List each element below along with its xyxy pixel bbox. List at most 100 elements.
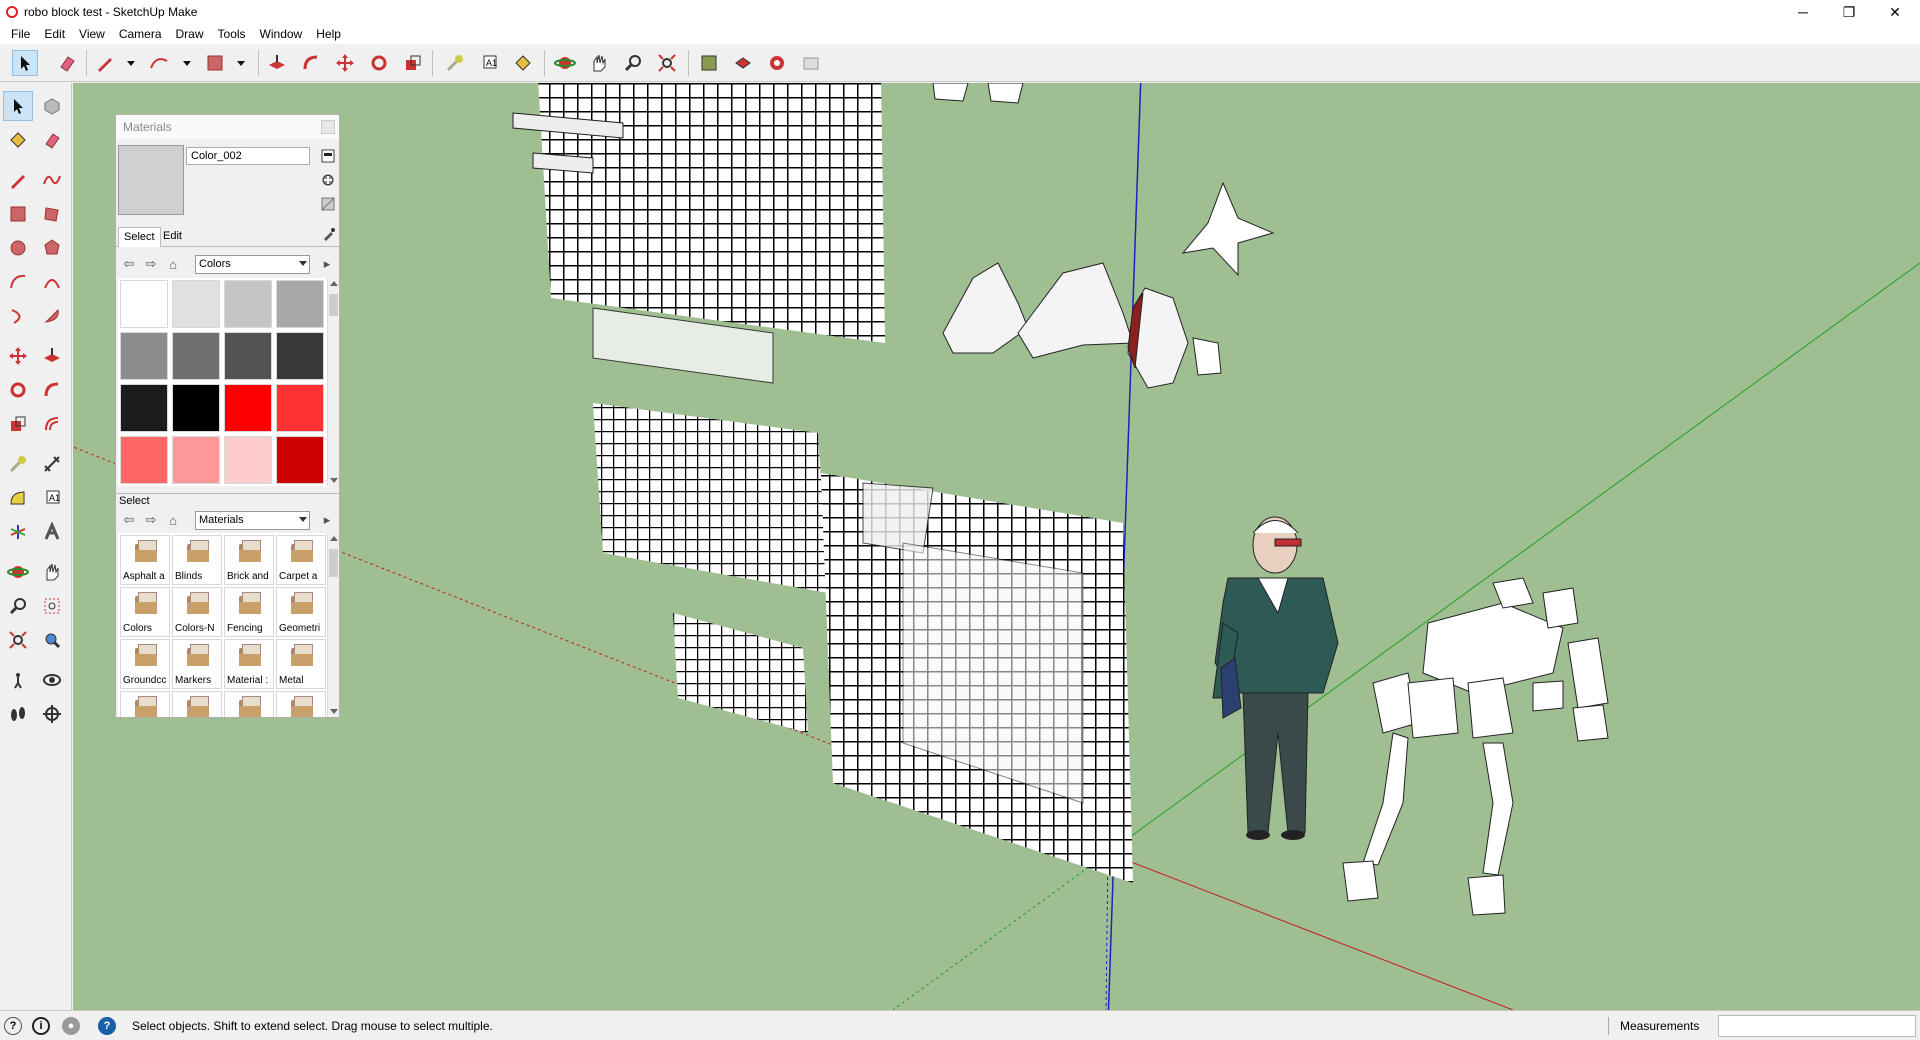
scroll-up-icon[interactable] <box>330 536 338 541</box>
sample-paint-icon[interactable] <box>320 225 338 243</box>
color-swatch[interactable] <box>172 332 220 380</box>
zoom-tool-icon[interactable] <box>620 50 646 76</box>
material-library-item[interactable] <box>172 691 222 717</box>
person-figure[interactable] <box>1212 516 1339 840</box>
freehand-tool-icon[interactable] <box>37 165 67 195</box>
two-point-arc-icon[interactable] <box>37 267 67 297</box>
zoom-window-icon[interactable] <box>37 591 67 621</box>
model-viewport[interactable] <box>73 83 1920 1010</box>
rectangle-tool-icon[interactable] <box>3 199 33 229</box>
material-library-item[interactable]: Material : <box>224 639 274 689</box>
maximize-button[interactable]: ❐ <box>1826 0 1872 24</box>
details-arrow-icon[interactable]: ▸ <box>318 255 336 273</box>
menu-window[interactable]: Window <box>253 27 310 41</box>
arc-tool-icon[interactable] <box>146 50 172 76</box>
tape-measure-tool-icon[interactable] <box>442 50 468 76</box>
color-swatch[interactable] <box>276 384 324 432</box>
material-library-item[interactable]: Geometri <box>276 587 326 637</box>
polygon-tool-icon[interactable] <box>37 233 67 263</box>
geo-location-icon[interactable]: ? <box>4 1017 22 1035</box>
display-secondary-pane-icon[interactable] <box>319 147 337 165</box>
layout-send-icon[interactable] <box>798 50 824 76</box>
library-scrollbar[interactable] <box>327 533 339 717</box>
offset-tool-icon[interactable] <box>37 409 67 439</box>
create-material-icon[interactable] <box>319 171 337 189</box>
color-swatch[interactable] <box>224 280 272 328</box>
library-dropdown[interactable]: Materials <box>195 511 310 530</box>
menu-help[interactable]: Help <box>309 27 348 41</box>
menu-edit[interactable]: Edit <box>37 27 72 41</box>
color-swatch[interactable] <box>120 332 168 380</box>
material-library-item[interactable]: Brick and <box>224 535 274 585</box>
material-library-item[interactable]: Fencing <box>224 587 274 637</box>
block-grid-middle[interactable] <box>592 307 828 593</box>
dimension-tool-icon[interactable] <box>37 449 67 479</box>
material-library-item[interactable]: Colors-N <box>172 587 222 637</box>
rotated-rectangle-icon[interactable] <box>37 199 67 229</box>
robot-dog-model[interactable] <box>1342 577 1609 916</box>
tape-measure-icon[interactable] <box>3 449 33 479</box>
arc-dropdown-icon[interactable] <box>174 50 200 76</box>
circle-tool-icon[interactable] <box>3 233 33 263</box>
scroll-down-icon[interactable] <box>330 478 338 483</box>
color-swatch[interactable] <box>120 384 168 432</box>
rotate-tool-icon[interactable] <box>366 50 392 76</box>
three-point-arc-icon[interactable] <box>3 301 33 331</box>
panel-close-icon[interactable] <box>321 120 335 134</box>
paint-bucket-icon[interactable] <box>3 125 33 155</box>
material-name-field[interactable]: Color_002 <box>186 147 310 165</box>
material-library-item[interactable]: Blinds <box>172 535 222 585</box>
forward-arrow-icon[interactable]: ⇨ <box>142 511 160 529</box>
minimize-button[interactable]: ─ <box>1780 0 1826 24</box>
forward-arrow-icon[interactable]: ⇨ <box>142 255 160 273</box>
follow-me-tool-icon[interactable] <box>298 50 324 76</box>
color-swatch[interactable] <box>224 332 272 380</box>
section-plane-icon[interactable] <box>37 699 67 729</box>
swatch-scrollbar[interactable] <box>327 278 339 486</box>
make-component-icon[interactable] <box>37 91 67 121</box>
pie-tool-icon[interactable] <box>37 301 67 331</box>
close-button[interactable]: ✕ <box>1872 0 1918 24</box>
follow-me-icon[interactable] <box>37 375 67 405</box>
collection-dropdown[interactable]: Colors <box>195 255 310 274</box>
color-swatch[interactable] <box>276 280 324 328</box>
rectangle-dropdown-icon[interactable] <box>228 50 254 76</box>
menu-tools[interactable]: Tools <box>211 27 253 41</box>
pan-tool-icon[interactable] <box>586 50 612 76</box>
3d-warehouse-icon[interactable] <box>696 50 722 76</box>
move-tool-icon[interactable] <box>332 50 358 76</box>
back-arrow-icon[interactable]: ⇦ <box>120 511 138 529</box>
select-tool-icon[interactable] <box>12 50 38 76</box>
material-library-item[interactable] <box>224 691 274 717</box>
select-tool-icon[interactable] <box>3 91 33 121</box>
text-tool-icon[interactable]: A1 <box>37 483 67 513</box>
text-tool-icon[interactable]: A1 <box>476 50 502 76</box>
color-swatch[interactable] <box>224 436 272 484</box>
menu-view[interactable]: View <box>72 27 112 41</box>
scroll-down-icon[interactable] <box>330 709 338 714</box>
orbit-icon[interactable] <box>3 557 33 587</box>
color-swatch[interactable] <box>120 436 168 484</box>
menu-camera[interactable]: Camera <box>112 27 169 41</box>
move-tool-icon[interactable] <box>3 341 33 371</box>
color-swatch[interactable] <box>276 332 324 380</box>
rotate-tool-icon[interactable] <box>3 375 33 405</box>
3d-text-icon[interactable] <box>37 517 67 547</box>
arc-tool-icon[interactable] <box>3 267 33 297</box>
material-library-item[interactable]: Markers <box>172 639 222 689</box>
instructor-help-icon[interactable]: ? <box>98 1017 116 1035</box>
menu-file[interactable]: File <box>4 27 37 41</box>
material-library-item[interactable]: Groundcc <box>120 639 170 689</box>
walk-icon[interactable] <box>3 699 33 729</box>
line-dropdown-icon[interactable] <box>118 50 144 76</box>
axes-tool-icon[interactable] <box>3 517 33 547</box>
material-library-item[interactable]: Carpet a <box>276 535 326 585</box>
push-pull-tool-icon[interactable] <box>264 50 290 76</box>
color-swatch[interactable] <box>120 280 168 328</box>
eraser-tool-icon[interactable] <box>54 50 80 76</box>
scroll-thumb[interactable] <box>329 549 338 577</box>
block-grid-top[interactable] <box>512 83 885 343</box>
color-swatch[interactable] <box>224 384 272 432</box>
zoom-extents-icon[interactable] <box>3 625 33 655</box>
measurements-input[interactable] <box>1718 1015 1916 1037</box>
